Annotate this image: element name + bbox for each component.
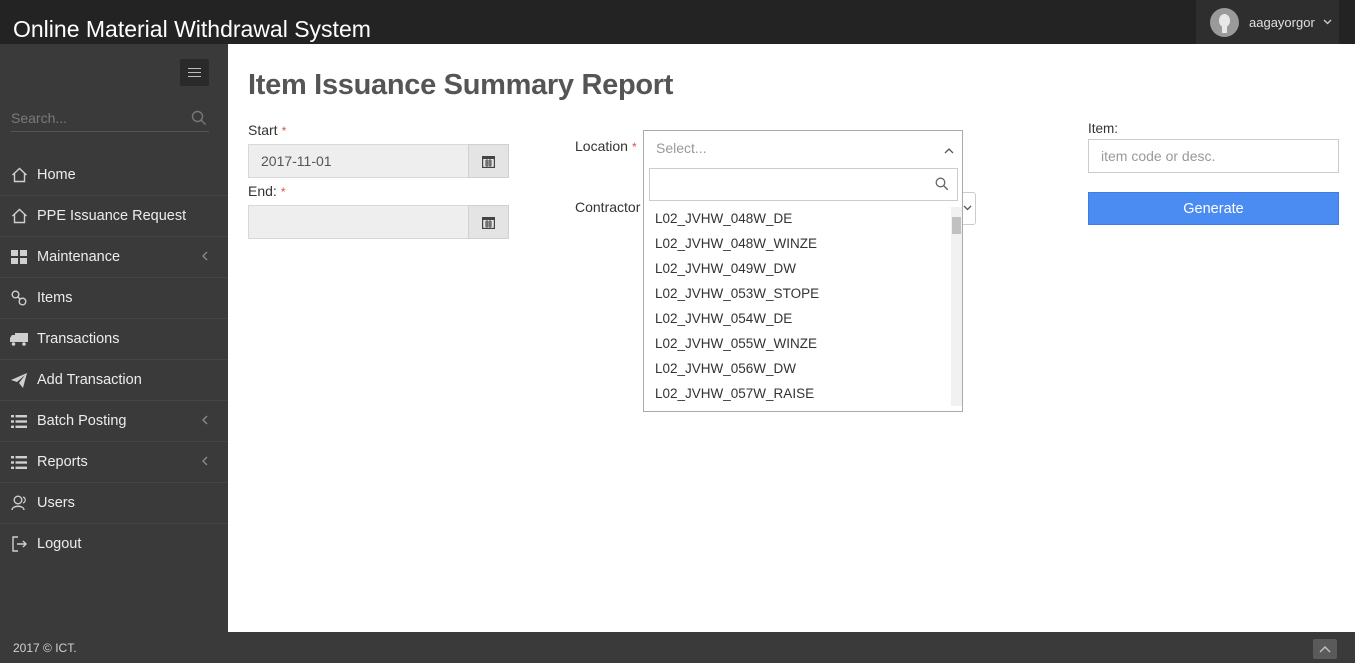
page-title: Item Issuance Summary Report [248,69,674,101]
sidebar-item-label: Reports [37,454,88,470]
start-label: Start * [248,122,286,138]
location-select[interactable]: Select... [643,130,963,162]
sidebar-item-users[interactable]: Users [0,482,228,523]
home-icon [10,207,28,225]
end-date-input[interactable] [248,205,468,239]
end-label: End: * [248,183,285,199]
link-icon [10,289,28,307]
item-label: Item: [1088,121,1119,136]
sidebar-item-batch-posting[interactable]: Batch Posting [0,400,228,441]
sidebar-item-transactions[interactable]: Transactions [0,318,228,359]
location-options-list: L02_JVHW_048W_DE L02_JVHW_048W_WINZE L02… [644,206,951,406]
item-search-input[interactable] [1088,139,1339,173]
sidebar-item-items[interactable]: Items [0,277,228,318]
chevron-up-icon [944,141,954,159]
main-content: Item Issuance Summary Report Start* End:… [228,44,1355,632]
grid-icon [10,248,28,266]
sidebar-menu: Home PPE Issuance Request Maintenance It… [0,154,228,564]
required-mark: * [280,185,286,199]
location-dropdown: L02_JVHW_048W_DE L02_JVHW_048W_WINZE L02… [643,162,963,412]
user-menu[interactable]: aagayorgor [1196,0,1339,44]
location-option[interactable]: L02_JVHW_048W_DE [644,206,951,231]
location-option[interactable]: L02_JVHW_056W_DW [644,356,951,381]
required-mark: * [631,140,637,154]
chevron-left-icon [202,250,208,264]
start-label-text: Start [248,122,278,138]
location-label: Location * [575,138,637,154]
start-date-group [248,144,509,178]
dropdown-scrollbar[interactable] [951,207,962,406]
calendar-icon[interactable] [468,205,509,239]
chevron-up-icon [1319,640,1331,658]
scroll-to-top-button[interactable] [1313,639,1337,659]
location-search-input[interactable] [650,169,930,200]
chevron-left-icon [202,455,208,469]
location-option[interactable]: L02_JVHW_048W_WINZE [644,231,951,256]
top-navbar: Online Material Withdrawal System aagayo… [0,0,1355,44]
calendar-icon[interactable] [468,144,509,178]
menu-toggle-button[interactable] [180,59,209,86]
app-title: Online Material Withdrawal System [13,16,371,42]
location-label-text: Location [575,138,628,154]
truck-icon [10,330,28,348]
footer: 2017 © ICT. [0,632,1355,663]
sidebar-item-label: Logout [37,536,82,552]
list-icon [10,412,28,430]
scrollbar-thumb[interactable] [952,217,961,234]
users-icon [10,494,28,512]
sidebar-item-label: Batch Posting [37,413,127,429]
sidebar-item-label: Users [37,495,75,511]
sidebar-item-add-transaction[interactable]: Add Transaction [0,359,228,400]
sidebar-item-label: Home [37,166,76,183]
location-option[interactable]: L02_JVHW_057W_RAISE [644,381,951,406]
username: aagayorgor [1249,14,1315,30]
sidebar: Home PPE Issuance Request Maintenance It… [0,44,228,632]
search-icon[interactable] [191,110,207,126]
location-select-value: Select... [656,140,707,156]
sidebar-item-logout[interactable]: Logout [0,523,228,564]
sidebar-item-ppe-issuance-request[interactable]: PPE Issuance Request [0,195,228,236]
search-icon [935,177,949,196]
logout-icon [10,535,28,553]
send-icon [10,371,28,389]
chevron-down-icon [963,203,972,214]
sidebar-item-label: Maintenance [37,249,121,265]
sidebar-search [11,106,209,132]
location-option[interactable]: L02_JVHW_055W_WINZE [644,331,951,356]
home-icon [10,166,28,184]
sidebar-item-reports[interactable]: Reports [0,441,228,482]
sidebar-item-label: Items [37,290,73,306]
chevron-down-icon [1323,17,1332,28]
sidebar-item-label: PPE Issuance Request [37,208,187,224]
sidebar-item-home[interactable]: Home [0,154,228,195]
location-option[interactable]: L02_JVHW_053W_STOPE [644,281,951,306]
chevron-left-icon [202,414,208,428]
sidebar-item-label: Transactions [37,331,120,347]
start-date-input[interactable] [248,144,468,178]
copyright-text: 2017 © ICT. [13,641,77,655]
list-icon [10,453,28,471]
end-date-group [248,205,509,239]
end-label-text: End: [248,183,277,199]
location-option[interactable]: L02_JVHW_049W_DW [644,256,951,281]
location-search [649,168,958,201]
contractor-label: Contractor [575,199,641,215]
sidebar-search-input[interactable] [11,106,181,130]
sidebar-item-label: Add Transaction [37,372,142,388]
generate-button[interactable]: Generate [1088,192,1339,225]
required-mark: * [281,124,287,138]
avatar [1210,7,1239,37]
location-option[interactable]: L02_JVHW_054W_DE [644,306,951,331]
sidebar-item-maintenance[interactable]: Maintenance [0,236,228,277]
contractor-select[interactable] [963,192,976,225]
